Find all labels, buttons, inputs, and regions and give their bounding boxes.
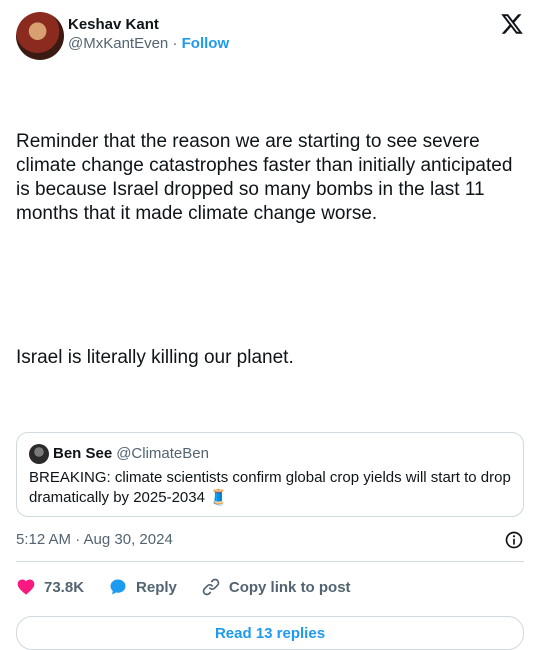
tweet-body: Reminder that the reason we are starting… — [16, 82, 524, 418]
follow-button[interactable]: Follow — [182, 35, 230, 52]
author-avatar[interactable] — [16, 12, 64, 60]
x-logo-icon[interactable] — [500, 12, 524, 36]
quoted-author-handle: @ClimateBen — [116, 445, 209, 462]
quoted-tweet[interactable]: Ben See @ClimateBen BREAKING: climate sc… — [16, 432, 524, 517]
like-button[interactable]: 73.8K — [16, 577, 84, 597]
quoted-author-name: Ben See — [53, 445, 113, 462]
author-handle[interactable]: @MxKantEven — [68, 35, 168, 52]
heart-icon — [17, 579, 35, 595]
action-bar: 73.8K Reply Copy link to post — [16, 566, 524, 608]
author-names: Keshav Kant @MxKantEven · Follow — [68, 12, 229, 54]
info-icon[interactable] — [504, 530, 524, 550]
timestamp-row: 5:12 AM · Aug 30, 2024 — [16, 530, 524, 550]
read-replies-label: Read 13 replies — [214, 624, 326, 642]
reply-label: Reply — [136, 578, 177, 596]
tweet-paragraph: Israel is literally killing our planet. — [16, 347, 294, 368]
copy-link-label: Copy link to post — [228, 578, 351, 596]
author-handle-row: @MxKantEven · Follow — [68, 34, 229, 54]
reply-button[interactable]: Reply — [108, 577, 177, 597]
handle-separator: · — [168, 35, 182, 52]
embedded-tweet-card: Keshav Kant @MxKantEven · Follow Reminde… — [0, 0, 540, 650]
like-count: 73.8K — [44, 578, 85, 596]
tweet-header: Keshav Kant @MxKantEven · Follow — [16, 12, 524, 62]
author-display-name[interactable]: Keshav Kant — [68, 16, 229, 34]
quoted-tweet-text: BREAKING: climate scientists confirm glo… — [29, 469, 511, 506]
quoted-tweet-header: Ben See @ClimateBen — [29, 444, 511, 464]
tweet-timestamp[interactable]: 5:12 AM · Aug 30, 2024 — [16, 530, 173, 550]
divider — [16, 561, 524, 562]
read-replies-button[interactable]: Read 13 replies — [16, 616, 524, 650]
quoted-author-avatar — [29, 444, 49, 464]
link-icon — [202, 578, 220, 596]
speech-bubble-icon — [110, 579, 126, 595]
copy-link-button[interactable]: Copy link to post — [201, 577, 351, 597]
tweet-paragraph: Reminder that the reason we are starting… — [16, 131, 518, 224]
